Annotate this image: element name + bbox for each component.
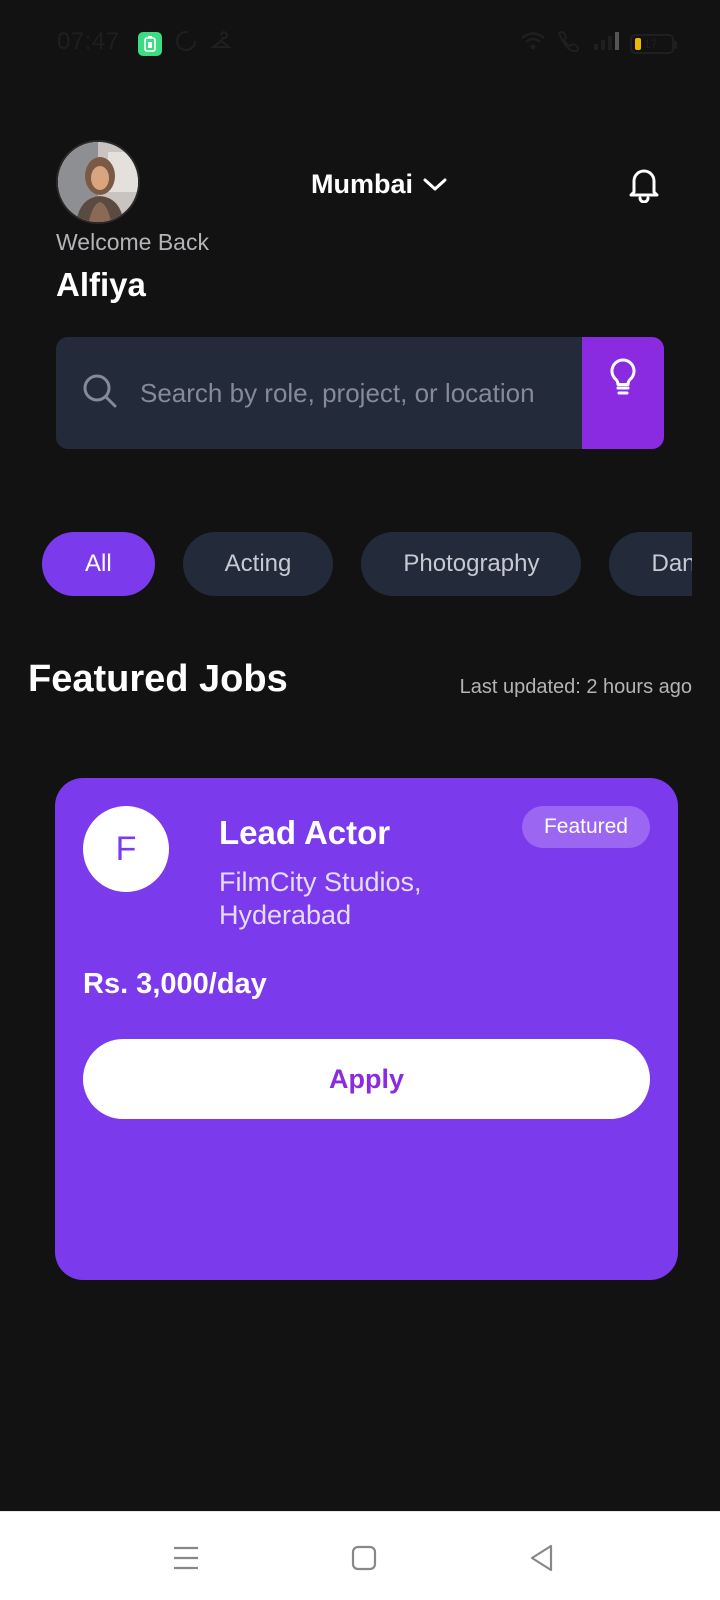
location-selector[interactable]: Mumbai	[311, 164, 447, 204]
lightbulb-button[interactable]	[582, 337, 664, 449]
call-signal-icon	[556, 30, 582, 57]
chip-acting[interactable]: Acting	[182, 532, 334, 596]
battery-level: 17	[644, 36, 658, 51]
status-time: 07:47	[57, 28, 120, 55]
status-left-icons	[138, 29, 232, 58]
search-icon	[82, 373, 118, 414]
company-logo: F	[83, 806, 169, 892]
wifi-icon	[520, 31, 546, 56]
lightbulb-icon	[608, 357, 638, 402]
featured-badge: Featured	[521, 806, 650, 848]
search-bar[interactable]	[56, 337, 582, 449]
battery-saver-icon	[138, 31, 162, 56]
hanger-icon	[210, 30, 232, 57]
category-chips: All Acting Photography Dance	[42, 532, 692, 596]
status-bar: 07:47 17	[0, 0, 720, 84]
job-title: Lead Actor	[219, 814, 391, 851]
search-input[interactable]	[140, 377, 560, 409]
job-card[interactable]: F Lead Actor FilmCity Studios, Hyderabad…	[55, 778, 678, 1280]
last-updated-text: Last updated: 2 hours ago	[459, 676, 692, 698]
sync-icon	[174, 29, 198, 58]
menu-icon[interactable]	[168, 1540, 204, 1576]
back-icon[interactable]	[524, 1540, 560, 1576]
avatar[interactable]	[56, 140, 140, 224]
chip-all[interactable]: All	[42, 532, 155, 596]
section-title: Featured Jobs	[28, 658, 288, 700]
welcome-text: Welcome Back	[56, 229, 209, 255]
battery-icon: 17	[630, 33, 677, 54]
apply-button[interactable]: Apply	[83, 1039, 650, 1119]
user-name: Alfiya	[56, 266, 146, 303]
chip-dance[interactable]: Dance	[609, 532, 692, 596]
status-right-icons: 17	[520, 30, 677, 57]
location-label: Mumbai	[311, 168, 414, 199]
job-salary: Rs. 3,000/day	[83, 968, 267, 1000]
chip-photography[interactable]: Photography	[361, 532, 582, 596]
system-nav-bar	[0, 1511, 720, 1600]
home-icon[interactable]	[346, 1540, 382, 1576]
cell-signal-icon	[592, 31, 620, 56]
job-company: FilmCity Studios, Hyderabad	[219, 867, 422, 930]
bell-icon[interactable]	[624, 163, 664, 204]
chevron-down-icon	[423, 169, 447, 200]
